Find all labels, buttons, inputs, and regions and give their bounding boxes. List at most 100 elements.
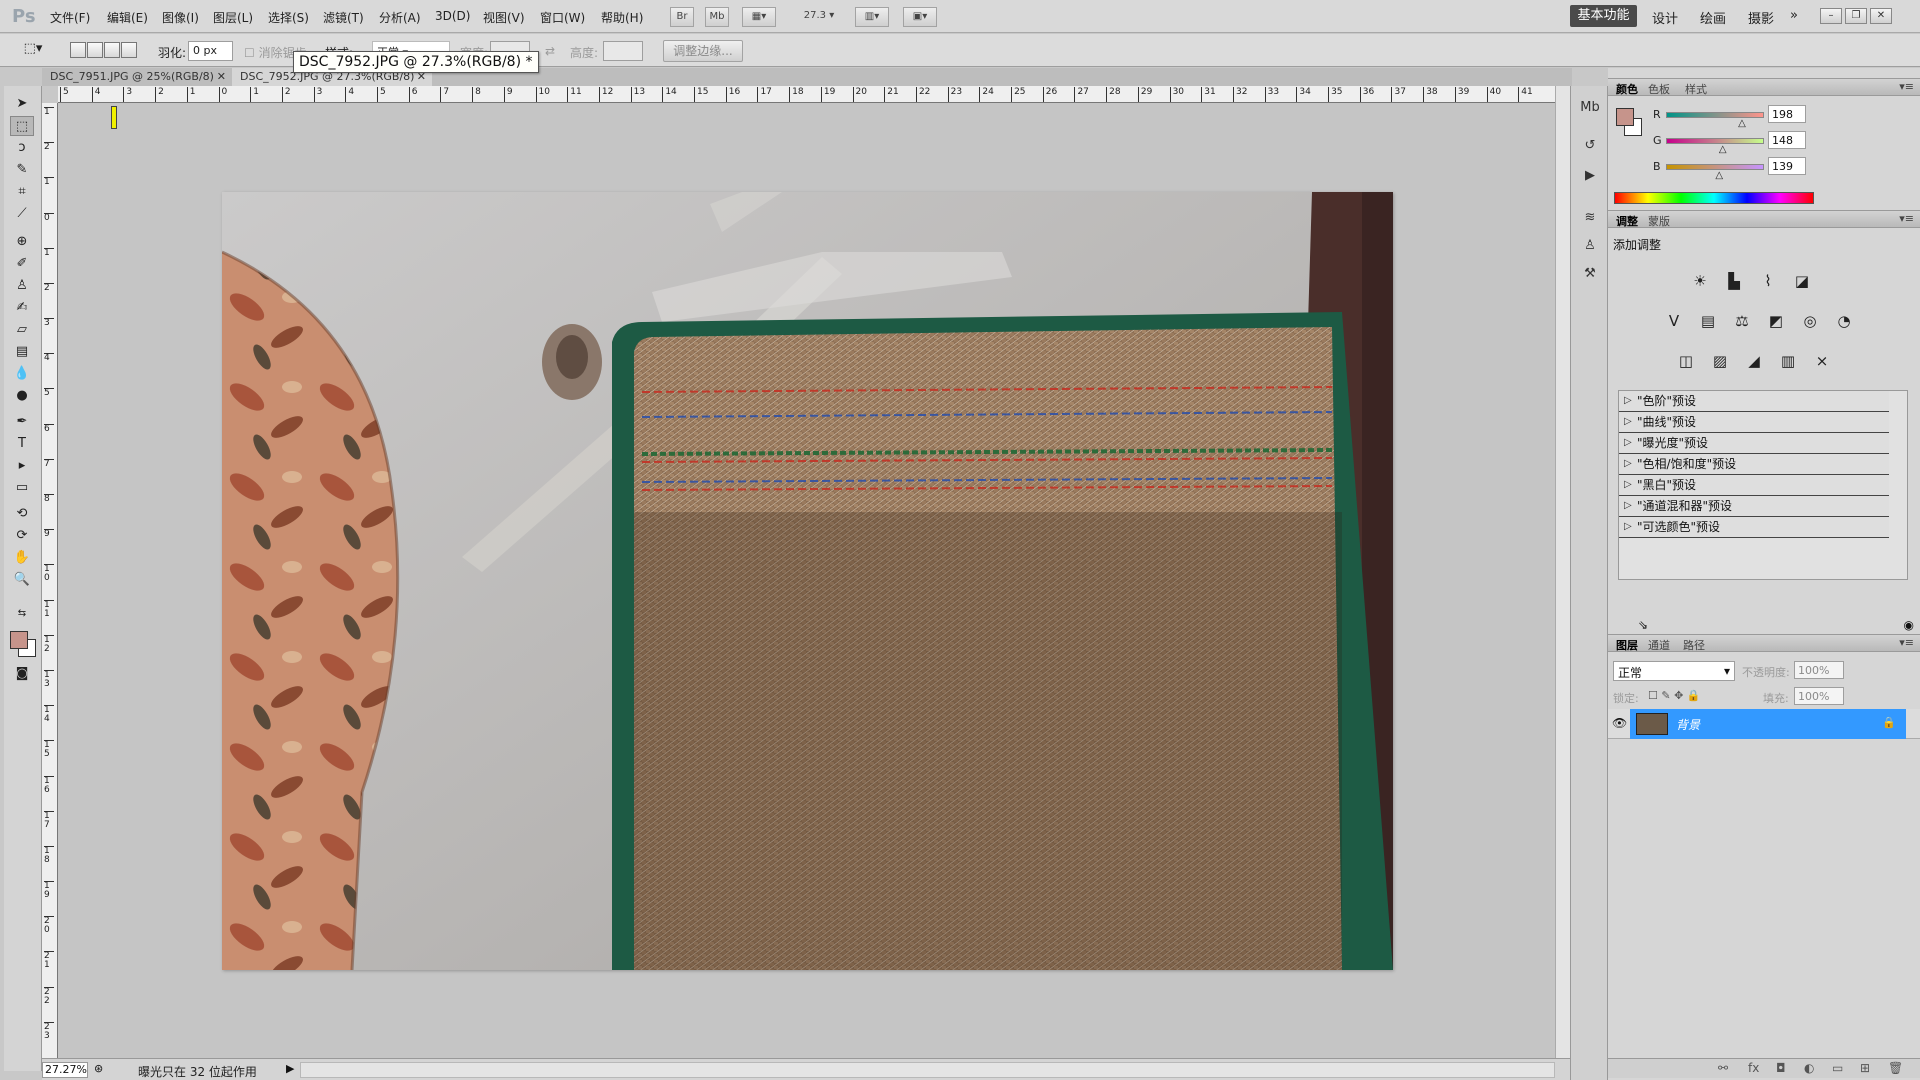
rectangular-marquee-icon[interactable]: ⬚ xyxy=(10,116,34,136)
link-layers-icon[interactable]: ⚯ xyxy=(1718,1061,1728,1075)
refine-edge-button[interactable]: 调整边缘... xyxy=(663,40,743,62)
workspace-painting[interactable]: 绘画 xyxy=(1700,8,1726,27)
add-selection-icon[interactable] xyxy=(87,42,103,58)
menu-window[interactable]: 窗口(W) xyxy=(540,9,585,26)
tab-styles[interactable]: 样式 xyxy=(1685,81,1707,97)
exposure-icon[interactable]: ◪ xyxy=(1790,269,1814,293)
close-button[interactable]: ✕ xyxy=(1870,8,1892,24)
eyedropper-icon[interactable]: ⟋ xyxy=(10,204,34,224)
color-fg-swatch[interactable] xyxy=(1616,108,1634,126)
layer-row[interactable]: 👁 背景 🔒 xyxy=(1608,709,1920,739)
canvas-horizontal-scrollbar[interactable] xyxy=(300,1062,1555,1078)
menu-view[interactable]: 视图(V) xyxy=(483,9,525,26)
threshold-icon[interactable]: ◢ xyxy=(1742,349,1766,373)
document-image[interactable] xyxy=(222,192,1393,970)
tab-color[interactable]: 颜色 xyxy=(1616,81,1638,97)
menu-edit[interactable]: 编辑(E) xyxy=(107,9,148,26)
status-info-icon[interactable]: ⊛ xyxy=(94,1062,103,1075)
canvas-vertical-scrollbar[interactable] xyxy=(1555,86,1570,1058)
height-input[interactable] xyxy=(603,41,643,61)
selective-color-icon[interactable]: ⨯ xyxy=(1810,349,1834,373)
r-slider-thumb[interactable]: △ xyxy=(1738,118,1746,129)
status-menu-arrow[interactable]: ▶ xyxy=(286,1062,294,1075)
color-spectrum-bar[interactable] xyxy=(1614,192,1814,204)
arrange-documents-button[interactable]: ▥▾ xyxy=(855,7,889,27)
workspace-more[interactable]: » xyxy=(1790,8,1798,23)
fx-icon[interactable]: fx xyxy=(1748,1061,1759,1075)
dodge-tool-icon[interactable]: ● xyxy=(10,386,34,406)
healing-brush-icon[interactable]: ⊕ xyxy=(10,232,34,252)
blend-mode-select[interactable]: 正常 ▾ xyxy=(1613,661,1735,681)
lock-icons[interactable]: ☐ ✎ ✥ 🔒 xyxy=(1648,689,1700,702)
fill-input[interactable]: 100% xyxy=(1794,687,1844,705)
brightness-contrast-icon[interactable]: ☀ xyxy=(1688,269,1712,293)
preset-levels[interactable]: ▷ "色阶"预设 xyxy=(1619,391,1889,412)
zoom-tool-icon[interactable]: 🔍 xyxy=(10,570,34,590)
tab-swatches[interactable]: 色板 xyxy=(1648,81,1670,97)
selected-layer[interactable]: 背景 🔒 xyxy=(1630,709,1906,739)
menu-image[interactable]: 图像(I) xyxy=(162,9,199,26)
brush-presets-icon[interactable]: ≋ xyxy=(1579,208,1601,228)
canvas-area[interactable] xyxy=(58,103,1555,1058)
tab-channels[interactable]: 通道 xyxy=(1648,637,1670,653)
workspace-essentials[interactable]: 基本功能 xyxy=(1570,5,1637,27)
mini-bridge-icon[interactable]: Mb xyxy=(1579,98,1601,118)
clone-source-icon[interactable]: ♙ xyxy=(1579,236,1601,256)
screen-mode-button[interactable]: ▣▾ xyxy=(903,7,937,27)
workspace-photography[interactable]: 摄影 xyxy=(1748,8,1774,27)
b-slider-thumb[interactable]: △ xyxy=(1715,170,1723,181)
new-selection-icon[interactable] xyxy=(70,42,86,58)
tab-layers[interactable]: 图层 xyxy=(1616,637,1638,653)
actions-icon[interactable]: ▶ xyxy=(1579,166,1601,186)
posterize-icon[interactable]: ▨ xyxy=(1708,349,1732,373)
lasso-tool-icon[interactable]: ↄ xyxy=(10,138,34,158)
foreground-color-swatch[interactable] xyxy=(10,631,28,649)
visibility-eye-icon[interactable]: 👁 xyxy=(1612,716,1627,730)
3d-orbit-icon[interactable]: ⟳ xyxy=(10,526,34,546)
swap-icon[interactable]: ⇄ xyxy=(545,44,555,58)
r-value-input[interactable]: 198 xyxy=(1768,105,1806,123)
clip-icon[interactable]: ⇘ xyxy=(1638,618,1648,632)
subtract-selection-icon[interactable] xyxy=(104,42,120,58)
gradient-map-icon[interactable]: ▥ xyxy=(1776,349,1800,373)
view-extras-button[interactable]: ▦▾ xyxy=(742,7,776,27)
eraser-icon[interactable]: ▱ xyxy=(10,320,34,340)
tool-presets-icon[interactable]: ⚒ xyxy=(1579,264,1601,284)
marquee-preset-icon[interactable]: ⬚▾ xyxy=(18,39,48,59)
panel-menu-icon[interactable]: ▾≡ xyxy=(1899,212,1914,225)
path-selection-icon[interactable]: ▸ xyxy=(10,456,34,476)
tab-adjustments[interactable]: 调整 xyxy=(1616,213,1638,229)
black-white-icon[interactable]: ◩ xyxy=(1764,309,1788,333)
move-tool-icon[interactable]: ➤ xyxy=(10,94,34,114)
invert-icon[interactable]: ◫ xyxy=(1674,349,1698,373)
menu-layer[interactable]: 图层(L) xyxy=(213,9,253,26)
trash-icon[interactable]: 🗑 xyxy=(1888,1061,1903,1075)
menu-3d[interactable]: 3D(D) xyxy=(435,9,470,23)
type-tool-icon[interactable]: T xyxy=(10,434,34,454)
new-group-icon[interactable]: ▭ xyxy=(1832,1061,1843,1075)
zoom-dropdown[interactable]: 27.3 ▾ xyxy=(795,7,843,27)
new-adjustment-icon[interactable]: ◐ xyxy=(1804,1061,1814,1075)
hue-saturation-icon[interactable]: ▤ xyxy=(1696,309,1720,333)
tab-paths[interactable]: 路径 xyxy=(1683,637,1705,653)
vibrance-icon[interactable]: V xyxy=(1662,309,1686,333)
crop-tool-icon[interactable]: ⌗ xyxy=(10,182,34,202)
swap-colors-icon[interactable]: ⇆ xyxy=(10,604,34,624)
history-icon[interactable]: ↺ xyxy=(1579,136,1601,156)
blur-tool-icon[interactable]: 💧 xyxy=(10,364,34,384)
workspace-design[interactable]: 设计 xyxy=(1652,8,1678,27)
g-slider[interactable] xyxy=(1666,138,1764,144)
rectangle-tool-icon[interactable]: ▭ xyxy=(10,478,34,498)
panel-menu-icon[interactable]: ▾≡ xyxy=(1899,80,1914,93)
zoom-percentage-field[interactable]: 27.27% xyxy=(42,1062,88,1078)
menu-analysis[interactable]: 分析(A) xyxy=(379,9,421,26)
close-icon[interactable]: ✕ xyxy=(217,70,226,83)
photo-filter-icon[interactable]: ◎ xyxy=(1798,309,1822,333)
restore-button[interactable]: ❐ xyxy=(1845,8,1867,24)
menu-help[interactable]: 帮助(H) xyxy=(601,9,643,26)
g-value-input[interactable]: 148 xyxy=(1768,131,1806,149)
levels-icon[interactable]: ▙ xyxy=(1722,269,1746,293)
hand-tool-icon[interactable]: ✋ xyxy=(10,548,34,568)
3d-rotate-icon[interactable]: ⟲ xyxy=(10,504,34,524)
clone-stamp-icon[interactable]: ♙ xyxy=(10,276,34,296)
